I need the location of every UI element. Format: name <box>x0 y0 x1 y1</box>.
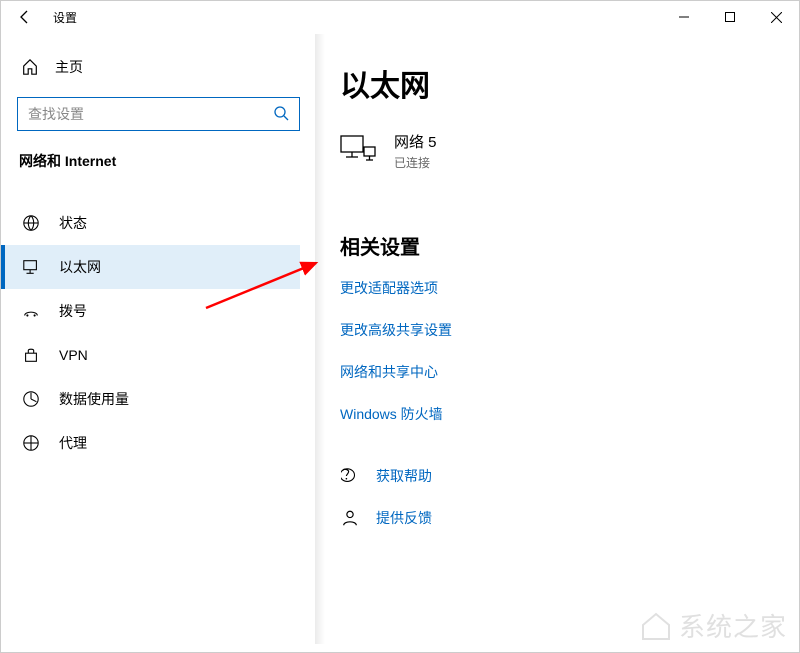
sidebar-item-datausage[interactable]: 数据使用量 <box>1 377 300 421</box>
close-button[interactable] <box>753 1 799 33</box>
status-icon <box>21 214 41 232</box>
ethernet-icon <box>21 258 41 276</box>
sidebar-item-label: VPN <box>59 347 88 363</box>
sidebar: 主页 网络和 Internet 状态 以太网 拨号 <box>1 33 316 652</box>
home-icon <box>19 58 41 76</box>
vpn-icon <box>21 346 41 364</box>
datausage-icon <box>21 390 41 408</box>
sidebar-item-dialup[interactable]: 拨号 <box>1 289 300 333</box>
category-label: 网络和 Internet <box>17 151 300 171</box>
network-icon <box>340 135 376 168</box>
feedback-row[interactable]: 提供反馈 <box>340 508 775 528</box>
window-controls <box>661 1 799 33</box>
get-help-link: 获取帮助 <box>376 466 432 486</box>
home-button[interactable]: 主页 <box>17 49 300 85</box>
dialup-icon <box>21 302 41 320</box>
home-label: 主页 <box>55 57 83 77</box>
search-box[interactable] <box>17 97 300 131</box>
help-icon <box>340 467 360 485</box>
main-content: 以太网 网络 5 已连接 相关设置 更改适配器选项 更改高级共享设置 网络和共享… <box>316 33 799 652</box>
link-adapter-options[interactable]: 更改适配器选项 <box>340 278 775 298</box>
window-title: 设置 <box>53 9 77 26</box>
get-help-row[interactable]: 获取帮助 <box>340 466 775 486</box>
sidebar-item-vpn[interactable]: VPN <box>1 333 300 377</box>
feedback-link: 提供反馈 <box>376 508 432 528</box>
feedback-icon <box>340 509 360 527</box>
maximize-button[interactable] <box>707 1 753 33</box>
sidebar-item-label: 代理 <box>59 433 87 453</box>
sidebar-item-ethernet[interactable]: 以太网 <box>1 245 300 289</box>
sidebar-item-label: 拨号 <box>59 301 87 321</box>
link-firewall[interactable]: Windows 防火墙 <box>340 404 775 424</box>
page-title: 以太网 <box>340 61 775 105</box>
sidebar-item-label: 状态 <box>59 213 87 233</box>
sidebar-item-label: 以太网 <box>59 257 101 277</box>
search-icon <box>273 105 289 124</box>
related-settings-title: 相关设置 <box>340 231 775 260</box>
proxy-icon <box>21 434 41 452</box>
watermark: 系统之家 <box>639 607 787 644</box>
sidebar-item-status[interactable]: 状态 <box>1 201 300 245</box>
search-input[interactable] <box>28 106 273 122</box>
link-network-center[interactable]: 网络和共享中心 <box>340 362 775 382</box>
minimize-button[interactable] <box>661 1 707 33</box>
sidebar-item-proxy[interactable]: 代理 <box>1 421 300 465</box>
network-name: 网络 5 <box>394 131 437 152</box>
network-item[interactable]: 网络 5 已连接 <box>340 131 775 171</box>
back-button[interactable] <box>1 1 49 33</box>
sidebar-item-label: 数据使用量 <box>59 389 129 409</box>
link-sharing-settings[interactable]: 更改高级共享设置 <box>340 320 775 340</box>
titlebar: 设置 <box>1 1 799 33</box>
network-status: 已连接 <box>394 154 437 171</box>
